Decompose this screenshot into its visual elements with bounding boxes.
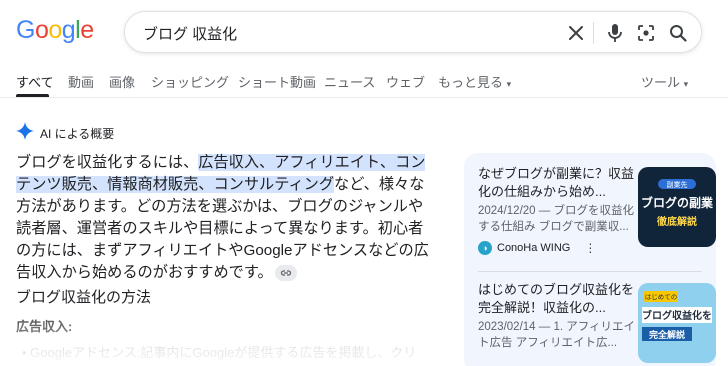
active-tab-underline bbox=[16, 94, 49, 97]
sources-panel: なぜブログが副業に？収益化の仕組みから始め... 2024/12/20 — ブロ… bbox=[464, 153, 716, 366]
dropdown-arrow-icon: ▾ bbox=[683, 79, 689, 89]
search-divider bbox=[593, 22, 594, 44]
thumb-line: 完全解説 bbox=[649, 329, 685, 341]
source-title[interactable]: はじめてのブログ収益化を完全解説！収益化の... bbox=[478, 281, 638, 317]
faded-list-item: • Googleアドセンス:記事内にGoogleが提供する広告を掲載し、クリ bbox=[22, 345, 417, 360]
highlighted-text[interactable]: テンツ販売、情報商材販売、コンサルティング bbox=[16, 176, 335, 193]
search-box[interactable]: ブログ 収益化 bbox=[124, 11, 702, 53]
source-title[interactable]: なぜブログが副業に？収益化の仕組みから始め... bbox=[478, 165, 638, 201]
clear-icon[interactable] bbox=[565, 22, 587, 44]
thumb-line: ブログ収益化を bbox=[642, 309, 712, 322]
search-icon[interactable] bbox=[667, 22, 689, 44]
tab-web[interactable]: ウェブ bbox=[386, 72, 425, 91]
more-options-icon[interactable]: ⋮ bbox=[584, 241, 596, 255]
thumb-line: ブログの副業 bbox=[641, 195, 714, 210]
dropdown-arrow-icon: ▾ bbox=[506, 79, 512, 89]
gemini-sparkle-icon bbox=[16, 122, 34, 145]
google-logo[interactable]: Google bbox=[16, 16, 94, 45]
ai-overview-text: ブログを収益化するには、広告収入、アフィリエイト、コンテンツ販売、情報商材販売、… bbox=[16, 152, 434, 284]
search-tabs: すべて 動画 画像 ショッピング ショート動画 ニュース ウェブ もっと見る ▾… bbox=[0, 66, 728, 98]
ai-text-segment: ブログを収益化するには、 bbox=[16, 154, 199, 171]
ai-overview-label: AI による概要 bbox=[40, 127, 115, 141]
lens-icon[interactable] bbox=[635, 22, 657, 44]
source-snippet: 2024/12/20 — ブログを収益化する仕組み ブログで副業収... bbox=[478, 205, 634, 233]
search-input[interactable]: ブログ 収益化 bbox=[143, 23, 237, 44]
tab-tools[interactable]: ツール ▾ bbox=[641, 72, 688, 91]
ai-overview-header: AI による概要 bbox=[16, 122, 114, 145]
source-thumbnail[interactable]: 副業先 ブログの副業 徹底解説 bbox=[638, 167, 716, 247]
source-thumbnail[interactable]: はじめての ブログ収益化を 完全解説 bbox=[638, 283, 716, 363]
thumb-tag: 副業先 bbox=[667, 180, 688, 189]
link-icon[interactable] bbox=[274, 264, 297, 281]
thumb-line: 徹底解説 bbox=[656, 215, 697, 228]
tab-images[interactable]: 画像 bbox=[109, 72, 135, 91]
tab-shopping[interactable]: ショッピング bbox=[151, 72, 229, 91]
source-snippet: 2023/02/14 — 1. アフィリエイト広告 アフィリエイト広... bbox=[478, 321, 636, 349]
tab-videos[interactable]: 動画 bbox=[68, 72, 94, 91]
conoha-logo-icon: ◑ bbox=[478, 241, 492, 255]
thumb-tag: はじめての bbox=[645, 293, 678, 301]
tab-news[interactable]: ニュース bbox=[324, 72, 375, 91]
source-site-name: ConoHa WING bbox=[497, 242, 571, 254]
tab-more[interactable]: もっと見る ▾ bbox=[438, 72, 511, 91]
tab-all[interactable]: すべて bbox=[16, 72, 54, 91]
tab-short-videos[interactable]: ショート動画 bbox=[238, 72, 316, 91]
highlighted-text[interactable]: 広告収入、アフィリエイト、コン bbox=[198, 154, 426, 171]
microphone-icon[interactable] bbox=[604, 22, 626, 44]
section-heading: ブログ収益化の方法 bbox=[16, 289, 152, 306]
card-divider bbox=[478, 271, 702, 272]
sub-heading: 広告収入: bbox=[16, 319, 73, 334]
